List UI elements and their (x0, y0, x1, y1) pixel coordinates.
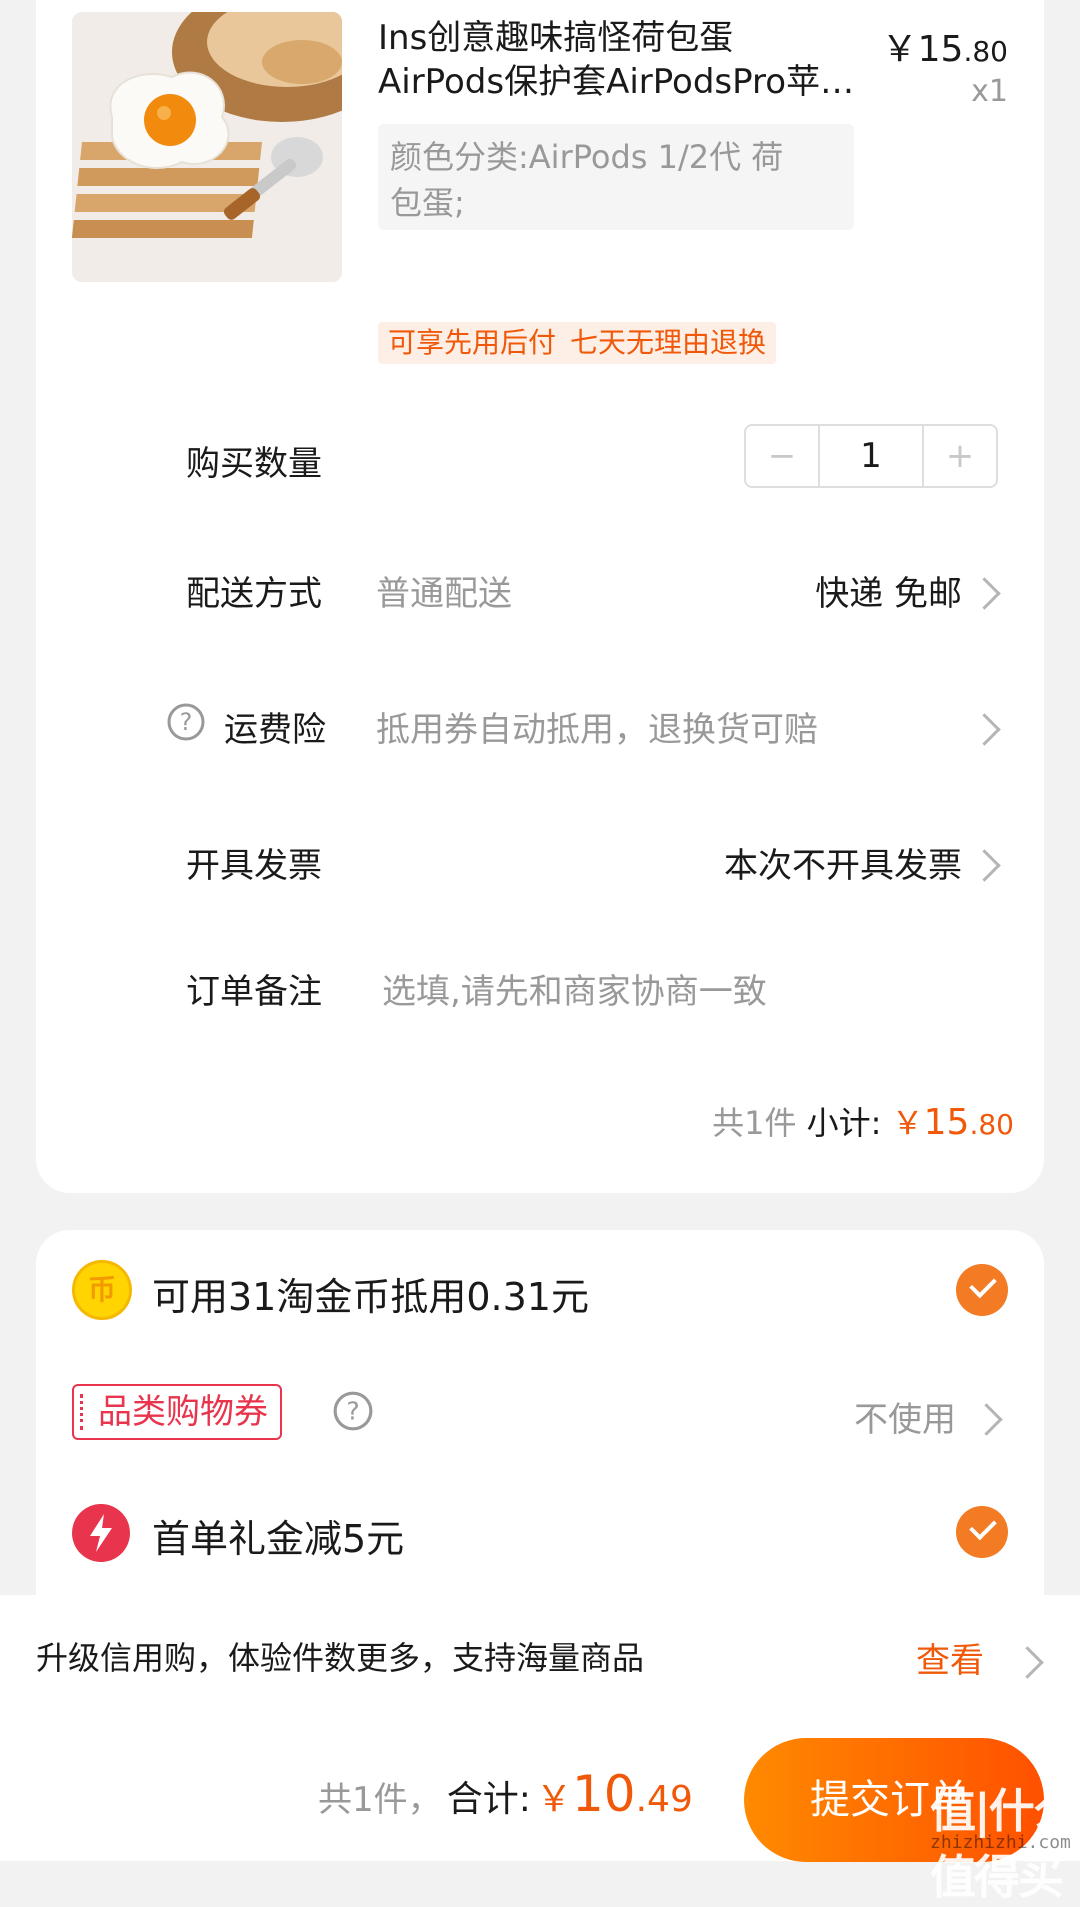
product-title-line2[interactable]: AirPods保护套AirPodsPro苹果耳机套 (378, 58, 858, 106)
chevron-right-icon (968, 577, 1001, 610)
invoice-row[interactable]: 开具发票 本次不开具发票 (36, 812, 1044, 912)
coin-icon: 币 (72, 1260, 132, 1320)
delivery-label: 配送方式 (186, 574, 322, 614)
coupon-value: 不使用 (854, 1400, 956, 1440)
order-note-input[interactable]: 选填,请先和商家协商一致 (382, 964, 767, 1013)
sku-selector[interactable]: 颜色分类:AirPods 1/2代 荷 包蛋; (378, 124, 854, 230)
coupon-badge: 品类购物券 (72, 1384, 282, 1440)
currency-symbol: ￥ (881, 29, 918, 70)
price-decimal: .80 (963, 35, 1008, 68)
first-order-text: 首单礼金减5元 (152, 1517, 405, 1561)
order-note-label: 订单备注 (186, 972, 322, 1012)
order-item-card: Ins创意趣味搞怪荷包蛋 AirPods保护套AirPodsPro苹果耳机套 颜… (36, 0, 1044, 1193)
subtotal-label: 小计: (806, 1104, 882, 1142)
total-count: 共1件， (318, 1780, 442, 1820)
sku-text-line2: 包蛋; (390, 184, 465, 222)
discounts-card: 币 可用31淘金币抵用0.31元 品类购物券 ? 不使用 首单礼金减5元 (36, 1230, 1044, 1600)
coins-text: 可用31淘金币抵用0.31元 (152, 1275, 589, 1319)
sku-text-line1: 颜色分类:AirPods 1/2代 荷 (390, 138, 784, 176)
product-image[interactable] (72, 12, 342, 282)
tag-seven-day-return: 七天无理由退换 (560, 322, 777, 364)
chevron-right-icon (970, 1403, 1003, 1436)
svg-text:?: ? (180, 708, 193, 736)
lightning-icon (72, 1504, 130, 1562)
total-currency: ￥ (535, 1779, 572, 1820)
product-price: ￥15.80 (882, 20, 1008, 72)
quantity-input[interactable]: 1 (818, 426, 924, 486)
product-quantity: x1 (971, 74, 1008, 109)
subtotal-integer: 15 (923, 1102, 970, 1143)
price-integer: 15 (917, 29, 964, 70)
total-label: 合计: (446, 1779, 531, 1820)
subtotal-currency: ￥ (891, 1104, 924, 1142)
category-coupon-row[interactable]: 品类购物券 ? 不使用 (36, 1350, 1044, 1470)
help-circle-icon[interactable]: ? (166, 702, 206, 742)
chevron-right-icon (968, 849, 1001, 882)
chevron-right-icon (968, 713, 1001, 746)
order-total: 共1件， 合计: ￥10.49 (318, 1765, 693, 1823)
total-integer: 10 (571, 1765, 636, 1823)
coupon-perforation-icon (80, 1394, 87, 1430)
svg-text:?: ? (346, 1396, 359, 1425)
insurance-hint: 抵用券自动抵用，退换货可赔 (376, 710, 818, 750)
insurance-label: 运费险 (224, 710, 326, 750)
invoice-label: 开具发票 (186, 846, 322, 886)
checked-icon[interactable] (956, 1506, 1008, 1558)
subtotal-count: 共1件 (712, 1104, 797, 1142)
delivery-type: 普通配送 (376, 574, 512, 614)
help-circle-icon[interactable]: ? (332, 1390, 374, 1432)
upgrade-text: 升级信用购，体验件数更多，支持海量商品 (36, 1639, 645, 1677)
watermark-url: zhizhizhi.com (930, 1832, 1071, 1853)
decrement-button[interactable]: − (746, 426, 818, 486)
quantity-label: 购买数量 (186, 444, 322, 484)
quantity-stepper[interactable]: − 1 + (744, 424, 998, 488)
view-link[interactable]: 查看 (916, 1633, 984, 1682)
product-title-line1[interactable]: Ins创意趣味搞怪荷包蛋 (378, 14, 858, 62)
first-order-row[interactable]: 首单礼金减5元 (36, 1470, 1044, 1590)
total-decimal: .49 (635, 1779, 693, 1820)
credit-upgrade-bar[interactable]: 升级信用购，体验件数更多，支持海量商品 查看 (0, 1595, 1080, 1715)
tag-pay-later: 可享先用后付 (378, 322, 567, 364)
increment-button[interactable]: + (924, 426, 996, 486)
shipping-insurance-row[interactable]: ? 运费险 抵用券自动抵用，退换货可赔 (36, 676, 1044, 776)
delivery-row[interactable]: 配送方式 普通配送 快递 免邮 (36, 540, 1044, 640)
coupon-label: 品类购物券 (98, 1392, 268, 1432)
subtotal: 共1件 小计: ￥15.80 (712, 1098, 1014, 1144)
coins-row[interactable]: 币 可用31淘金币抵用0.31元 (36, 1230, 1044, 1350)
subtotal-decimal: .80 (969, 1108, 1014, 1141)
fried-egg-airpods-image (72, 12, 342, 282)
delivery-value: 快递 免邮 (815, 574, 962, 614)
checked-icon[interactable] (956, 1264, 1008, 1316)
invoice-value: 本次不开具发票 (724, 846, 962, 886)
chevron-right-icon (1011, 1646, 1044, 1679)
